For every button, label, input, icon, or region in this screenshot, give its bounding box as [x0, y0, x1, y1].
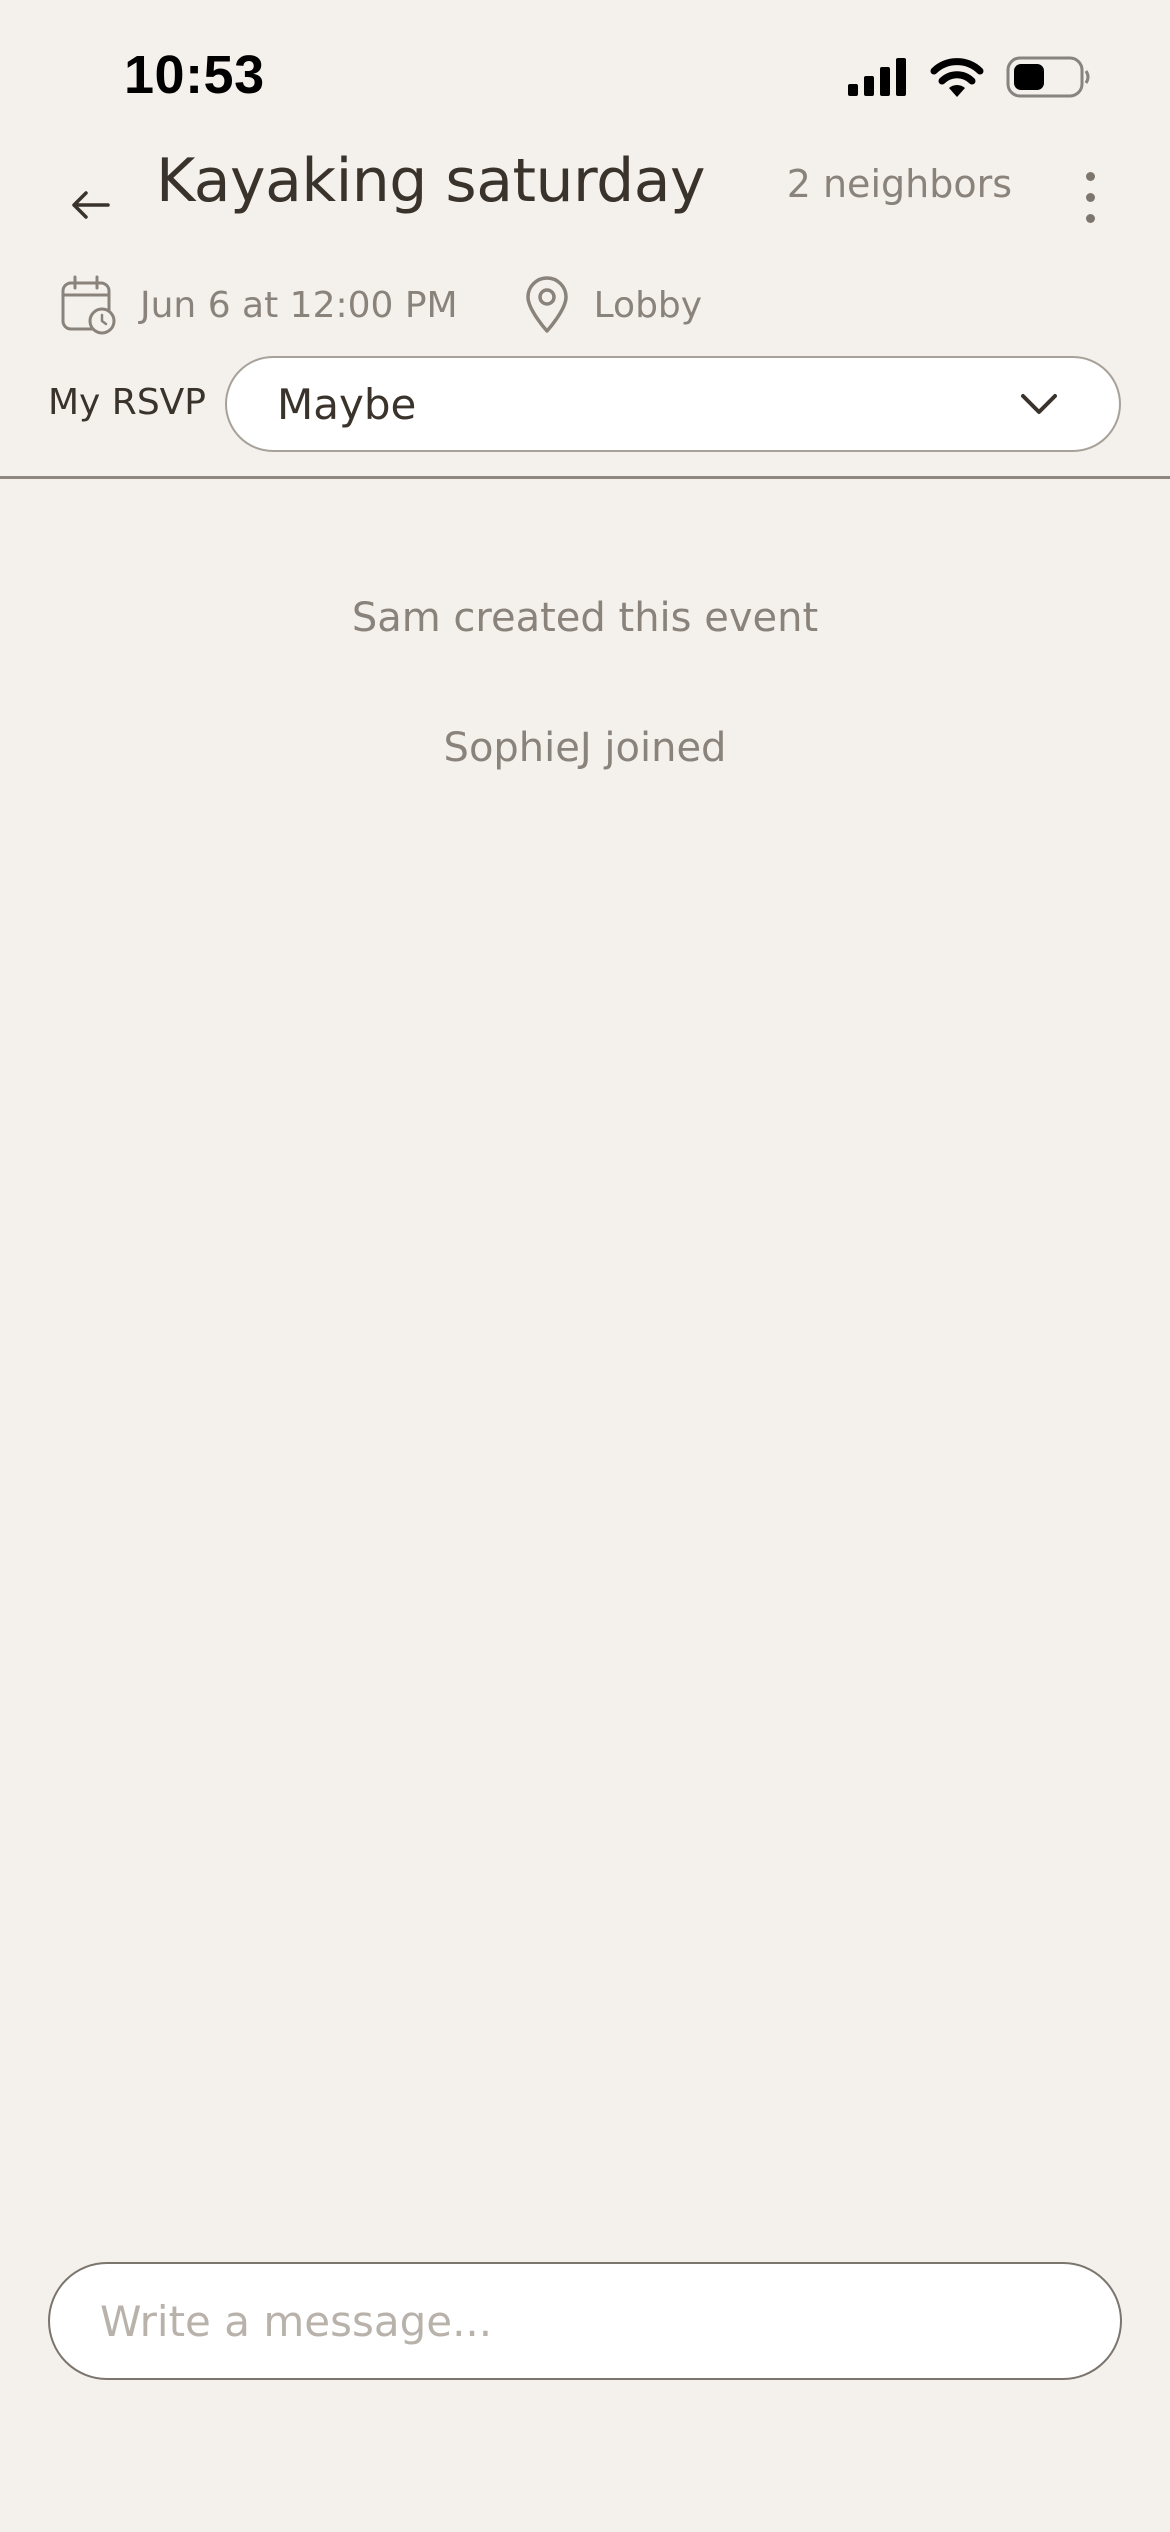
more-dot	[1085, 213, 1095, 223]
chevron-down-icon	[1021, 394, 1057, 414]
rsvp-dropdown[interactable]: Maybe	[225, 356, 1121, 452]
event-datetime: Jun 6 at 12:00 PM	[60, 275, 458, 335]
arrow-left-icon	[72, 191, 110, 219]
rsvp-selected-value: Maybe	[277, 379, 417, 429]
message-input[interactable]	[100, 2296, 1070, 2346]
cellular-signal-icon	[848, 58, 906, 96]
header-divider	[0, 476, 1170, 479]
battery-icon	[1006, 56, 1090, 98]
rsvp-row: My RSVP Maybe	[0, 356, 1170, 454]
wifi-icon	[930, 58, 984, 97]
feed-item: Sam created this event	[351, 595, 819, 641]
event-location-text: Lobby	[593, 284, 703, 326]
event-datetime-text: Jun 6 at 12:00 PM	[140, 284, 458, 326]
more-options-button[interactable]	[1072, 152, 1108, 242]
event-chat-screen: 10:53 Kayaking saturday 2 neighbors Jun …	[0, 0, 1170, 2532]
event-header: Kayaking saturday 2 neighbors Jun 6 at 1…	[0, 140, 1170, 370]
event-location: Lobby	[524, 276, 702, 334]
neighbors-count[interactable]: 2 neighbors	[787, 162, 1012, 206]
more-dot	[1085, 171, 1095, 181]
event-meta: Jun 6 at 12:00 PM Lobby	[60, 260, 702, 350]
calendar-clock-icon	[61, 275, 116, 335]
event-title: Kayaking saturday	[156, 146, 706, 216]
more-dot	[1085, 192, 1095, 202]
status-time: 10:53	[124, 45, 265, 105]
status-bar: 10:53	[0, 0, 1170, 140]
location-pin-icon	[525, 276, 568, 333]
activity-feed: Sam created this event SophieJ joined	[0, 580, 1170, 840]
status-icons	[848, 52, 1090, 102]
message-composer	[48, 2262, 1122, 2380]
feed-item: SophieJ joined	[443, 725, 727, 771]
back-button[interactable]	[60, 162, 120, 248]
rsvp-label: My RSVP	[48, 382, 207, 423]
